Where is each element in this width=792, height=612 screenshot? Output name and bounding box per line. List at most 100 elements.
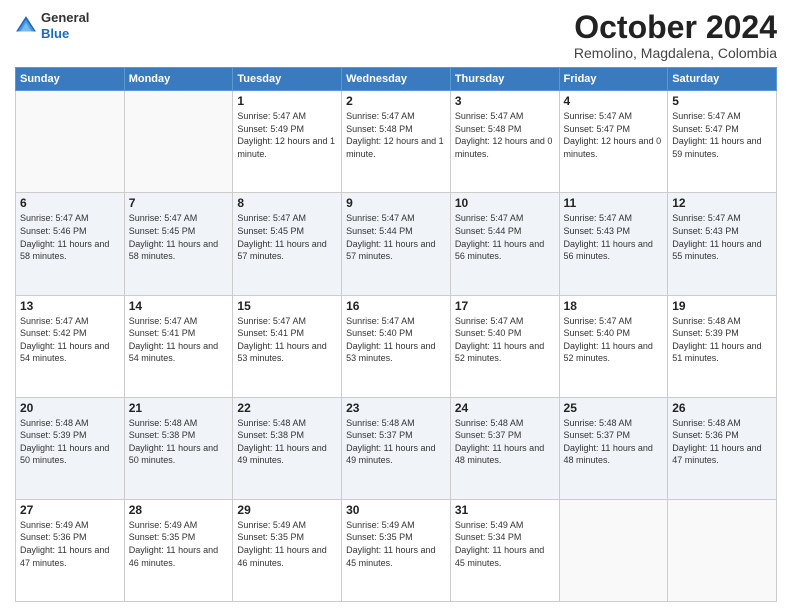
- day-info: Sunrise: 5:47 AM Sunset: 5:43 PM Dayligh…: [564, 212, 664, 262]
- day-number: 16: [346, 299, 446, 313]
- cell-day: 11 Sunrise: 5:47 AM Sunset: 5:43 PM Dayli…: [559, 193, 668, 295]
- day-number: 9: [346, 196, 446, 210]
- day-number: 29: [237, 503, 337, 517]
- cell-day: 12 Sunrise: 5:47 AM Sunset: 5:43 PM Dayli…: [668, 193, 777, 295]
- cell-day: 13 Sunrise: 5:47 AM Sunset: 5:42 PM Dayli…: [16, 295, 125, 397]
- day-number: 17: [455, 299, 555, 313]
- day-number: 5: [672, 94, 772, 108]
- page: General Blue October 2024 Remolino, Magd…: [0, 0, 792, 612]
- week-row-1: 1 Sunrise: 5:47 AM Sunset: 5:49 PM Daylig…: [16, 91, 777, 193]
- cell-day: [668, 499, 777, 601]
- cell-day: 27 Sunrise: 5:49 AM Sunset: 5:36 PM Dayli…: [16, 499, 125, 601]
- day-number: 2: [346, 94, 446, 108]
- cell-day: 23Sunrise: 5:48 AM Sunset: 5:37 PM Dayli…: [342, 397, 451, 499]
- day-number: 15: [237, 299, 337, 313]
- day-info: Sunrise: 5:49 AM Sunset: 5:35 PM Dayligh…: [237, 519, 337, 569]
- header-monday: Monday: [124, 68, 233, 91]
- day-info: Sunrise: 5:48 AM Sunset: 5:36 PM Dayligh…: [672, 417, 772, 467]
- cell-day: 7 Sunrise: 5:47 AM Sunset: 5:45 PM Daylig…: [124, 193, 233, 295]
- day-number: 18: [564, 299, 664, 313]
- day-number: 27: [20, 503, 120, 517]
- day-info: Sunrise: 5:49 AM Sunset: 5:35 PM Dayligh…: [346, 519, 446, 569]
- week-row-4: 20 Sunrise: 5:48 AM Sunset: 5:39 PM Dayli…: [16, 397, 777, 499]
- header-thursday: Thursday: [450, 68, 559, 91]
- day-info: Sunrise: 5:47 AM Sunset: 5:41 PM Dayligh…: [129, 315, 229, 365]
- logo: General Blue: [15, 10, 89, 41]
- days-header-row: Sunday Monday Tuesday Wednesday Thursday…: [16, 68, 777, 91]
- day-number: 11: [564, 196, 664, 210]
- day-info: Sunrise: 5:47 AM Sunset: 5:48 PM Dayligh…: [455, 110, 555, 160]
- cell-day: 8 Sunrise: 5:47 AM Sunset: 5:45 PM Daylig…: [233, 193, 342, 295]
- cell-day: 26 Sunrise: 5:48 AM Sunset: 5:36 PM Dayli…: [668, 397, 777, 499]
- day-info: Sunrise: 5:47 AM Sunset: 5:47 PM Dayligh…: [564, 110, 664, 160]
- day-number: 21: [129, 401, 229, 415]
- day-number: 30: [346, 503, 446, 517]
- header: General Blue October 2024 Remolino, Magd…: [15, 10, 777, 61]
- day-number: 22: [237, 401, 337, 415]
- cell-day: 1 Sunrise: 5:47 AM Sunset: 5:49 PM Daylig…: [233, 91, 342, 193]
- day-number: 1: [237, 94, 337, 108]
- cell-day: 18 Sunrise: 5:47 AM Sunset: 5:40 PM Dayli…: [559, 295, 668, 397]
- day-info: Sunrise: 5:47 AM Sunset: 5:45 PM Dayligh…: [129, 212, 229, 262]
- cell-day: 31Sunrise: 5:49 AM Sunset: 5:34 PM Dayli…: [450, 499, 559, 601]
- cell-day: 9 Sunrise: 5:47 AM Sunset: 5:44 PM Daylig…: [342, 193, 451, 295]
- day-number: 3: [455, 94, 555, 108]
- header-wednesday: Wednesday: [342, 68, 451, 91]
- cell-day: 20 Sunrise: 5:48 AM Sunset: 5:39 PM Dayli…: [16, 397, 125, 499]
- cell-day: 6Sunrise: 5:47 AM Sunset: 5:46 PM Daylig…: [16, 193, 125, 295]
- day-info: Sunrise: 5:49 AM Sunset: 5:36 PM Dayligh…: [20, 519, 120, 569]
- day-info: Sunrise: 5:48 AM Sunset: 5:37 PM Dayligh…: [346, 417, 446, 467]
- day-number: 10: [455, 196, 555, 210]
- month-title: October 2024: [574, 10, 777, 45]
- day-number: 12: [672, 196, 772, 210]
- day-number: 26: [672, 401, 772, 415]
- day-info: Sunrise: 5:47 AM Sunset: 5:44 PM Dayligh…: [346, 212, 446, 262]
- logo-text: General Blue: [41, 10, 89, 41]
- header-tuesday: Tuesday: [233, 68, 342, 91]
- day-info: Sunrise: 5:47 AM Sunset: 5:40 PM Dayligh…: [455, 315, 555, 365]
- day-number: 4: [564, 94, 664, 108]
- day-info: Sunrise: 5:48 AM Sunset: 5:38 PM Dayligh…: [237, 417, 337, 467]
- day-info: Sunrise: 5:47 AM Sunset: 5:41 PM Dayligh…: [237, 315, 337, 365]
- calendar-table: Sunday Monday Tuesday Wednesday Thursday…: [15, 67, 777, 602]
- cell-day: 16 Sunrise: 5:47 AM Sunset: 5:40 PM Dayli…: [342, 295, 451, 397]
- day-info: Sunrise: 5:48 AM Sunset: 5:38 PM Dayligh…: [129, 417, 229, 467]
- cell-day: 2Sunrise: 5:47 AM Sunset: 5:48 PM Daylig…: [342, 91, 451, 193]
- day-info: Sunrise: 5:47 AM Sunset: 5:49 PM Dayligh…: [237, 110, 337, 160]
- day-info: Sunrise: 5:49 AM Sunset: 5:34 PM Dayligh…: [455, 519, 555, 569]
- day-info: Sunrise: 5:47 AM Sunset: 5:42 PM Dayligh…: [20, 315, 120, 365]
- logo-icon: [15, 15, 37, 37]
- day-number: 7: [129, 196, 229, 210]
- cell-day: 29 Sunrise: 5:49 AM Sunset: 5:35 PM Dayli…: [233, 499, 342, 601]
- day-number: 8: [237, 196, 337, 210]
- day-number: 28: [129, 503, 229, 517]
- cell-day: 28Sunrise: 5:49 AM Sunset: 5:35 PM Dayli…: [124, 499, 233, 601]
- day-number: 20: [20, 401, 120, 415]
- cell-day: [124, 91, 233, 193]
- week-row-2: 6Sunrise: 5:47 AM Sunset: 5:46 PM Daylig…: [16, 193, 777, 295]
- day-number: 24: [455, 401, 555, 415]
- cell-day: 22 Sunrise: 5:48 AM Sunset: 5:38 PM Dayli…: [233, 397, 342, 499]
- day-info: Sunrise: 5:48 AM Sunset: 5:37 PM Dayligh…: [564, 417, 664, 467]
- day-info: Sunrise: 5:47 AM Sunset: 5:40 PM Dayligh…: [564, 315, 664, 365]
- day-info: Sunrise: 5:48 AM Sunset: 5:37 PM Dayligh…: [455, 417, 555, 467]
- header-saturday: Saturday: [668, 68, 777, 91]
- cell-day: [16, 91, 125, 193]
- day-number: 13: [20, 299, 120, 313]
- cell-day: 10 Sunrise: 5:47 AM Sunset: 5:44 PM Dayli…: [450, 193, 559, 295]
- cell-day: 17 Sunrise: 5:47 AM Sunset: 5:40 PM Dayli…: [450, 295, 559, 397]
- day-info: Sunrise: 5:47 AM Sunset: 5:43 PM Dayligh…: [672, 212, 772, 262]
- day-number: 19: [672, 299, 772, 313]
- week-row-3: 13 Sunrise: 5:47 AM Sunset: 5:42 PM Dayli…: [16, 295, 777, 397]
- day-info: Sunrise: 5:47 AM Sunset: 5:46 PM Dayligh…: [20, 212, 120, 262]
- day-number: 25: [564, 401, 664, 415]
- day-info: Sunrise: 5:47 AM Sunset: 5:40 PM Dayligh…: [346, 315, 446, 365]
- day-number: 14: [129, 299, 229, 313]
- cell-day: 30 Sunrise: 5:49 AM Sunset: 5:35 PM Dayli…: [342, 499, 451, 601]
- logo-blue: Blue: [41, 26, 69, 41]
- day-info: Sunrise: 5:48 AM Sunset: 5:39 PM Dayligh…: [20, 417, 120, 467]
- week-row-5: 27 Sunrise: 5:49 AM Sunset: 5:36 PM Dayli…: [16, 499, 777, 601]
- cell-day: 25 Sunrise: 5:48 AM Sunset: 5:37 PM Dayli…: [559, 397, 668, 499]
- day-info: Sunrise: 5:47 AM Sunset: 5:45 PM Dayligh…: [237, 212, 337, 262]
- day-info: Sunrise: 5:47 AM Sunset: 5:44 PM Dayligh…: [455, 212, 555, 262]
